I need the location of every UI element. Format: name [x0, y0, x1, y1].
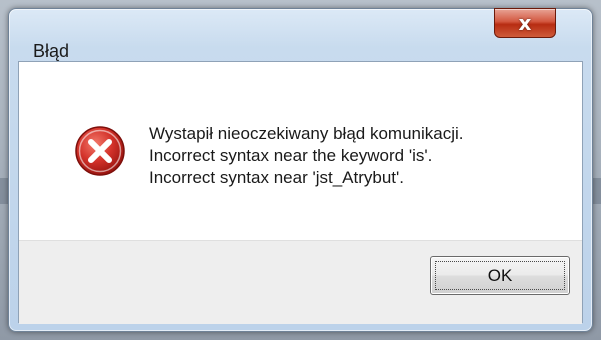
ok-button-label: OK — [487, 265, 513, 285]
dialog-title: Błąd — [33, 41, 70, 61]
error-message: Wystapił nieoczekiwany błąd komunikacji.… — [149, 123, 463, 189]
message-line: Wystapił nieoczekiwany błąd komunikacji. — [149, 124, 464, 143]
close-button[interactable]: x — [494, 8, 556, 38]
error-dialog: Błąd x Wystapił nieoczekiwany błąd komun… — [8, 8, 593, 332]
message-area: Wystapił nieoczekiwany błąd komunikacji.… — [19, 62, 582, 240]
close-icon: x — [518, 11, 532, 35]
ok-button[interactable]: OK — [430, 256, 570, 295]
dialog-titlebar[interactable]: Błąd x — [9, 8, 592, 61]
dialog-content: Wystapił nieoczekiwany błąd komunikacji.… — [18, 61, 583, 324]
message-line: Incorrect syntax near 'jst_Atrybut'. — [149, 168, 404, 187]
button-bar: OK — [19, 240, 582, 324]
message-line: Incorrect syntax near the keyword 'is'. — [149, 146, 433, 165]
error-icon — [75, 126, 125, 176]
